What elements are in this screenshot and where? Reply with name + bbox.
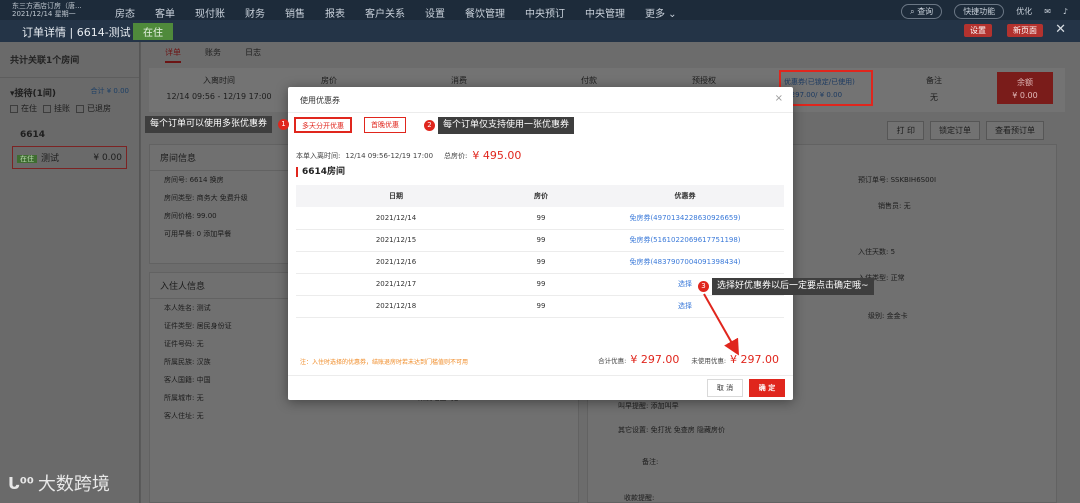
watermark-text: 大数跨境 (37, 474, 110, 495)
annotation-arrow (703, 293, 739, 356)
watermark-logo: ᒐ⁰⁰ (8, 473, 34, 493)
watermark: ᒐ⁰⁰ 大数跨境 (8, 470, 110, 496)
